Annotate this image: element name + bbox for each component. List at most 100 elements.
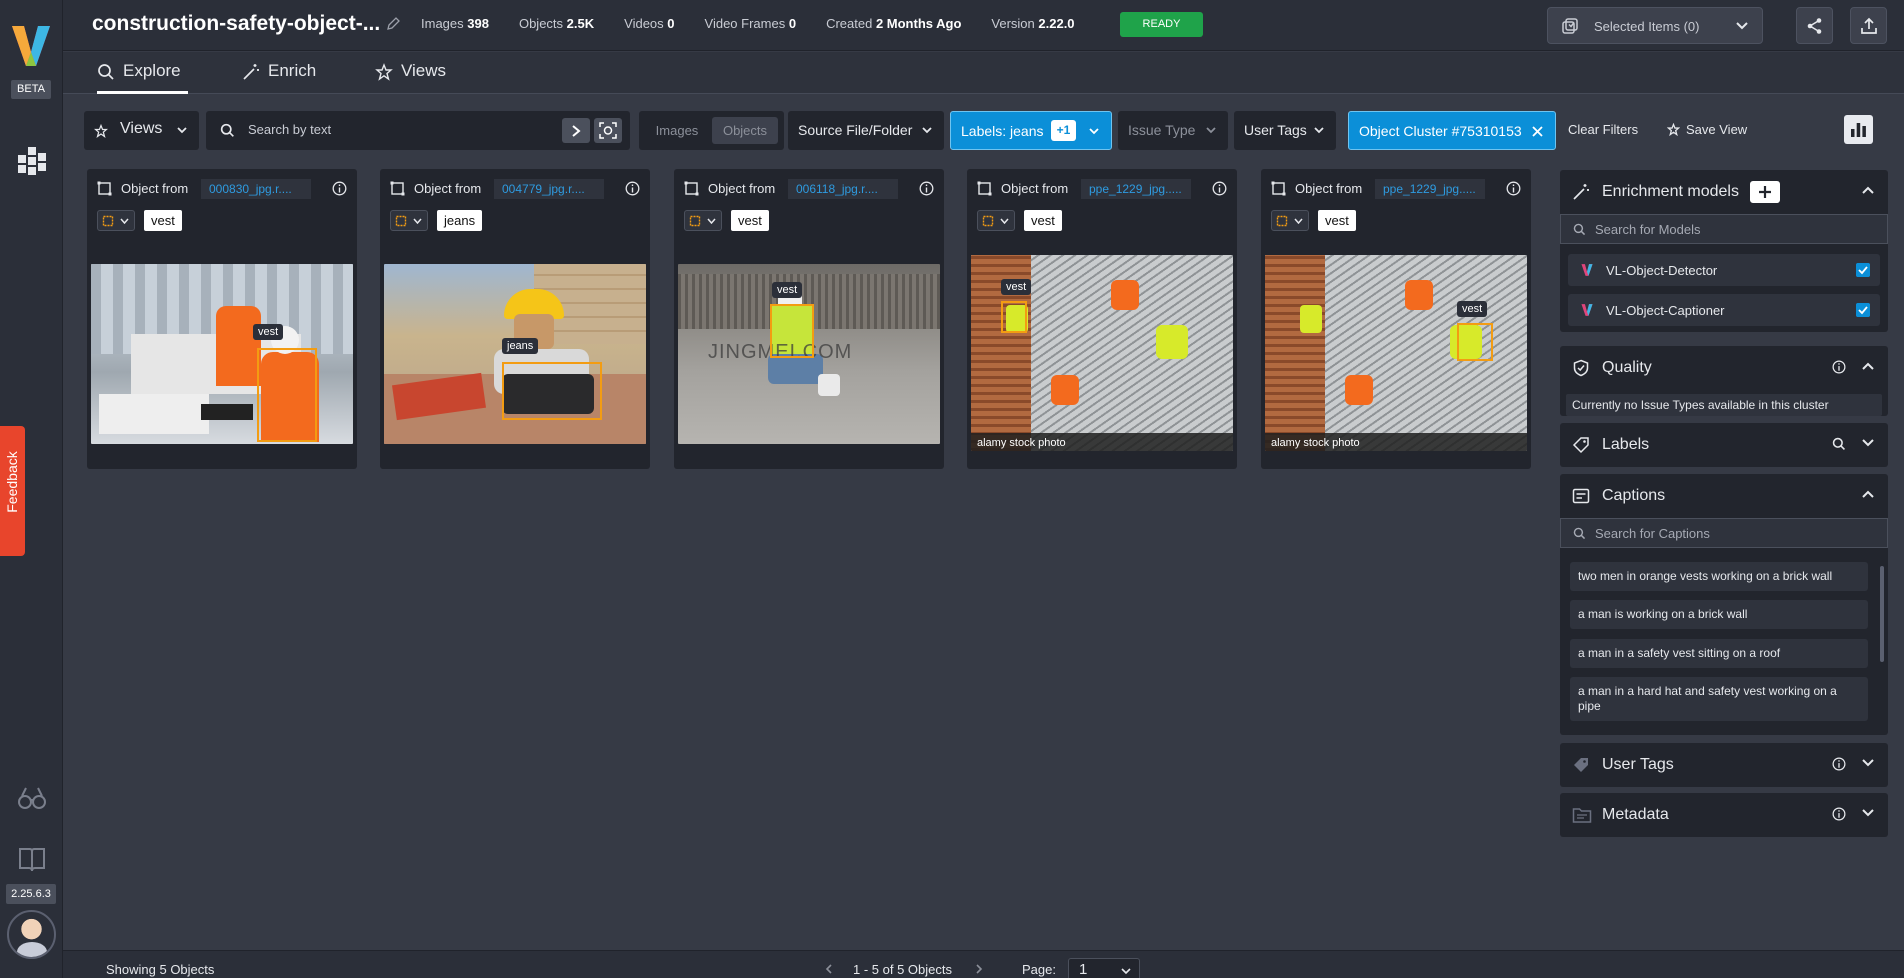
- chevron-right-icon[interactable]: [975, 964, 983, 974]
- bounding-box-icon: [1276, 215, 1288, 227]
- issue-type-filter[interactable]: Issue Type: [1118, 111, 1228, 150]
- chevron-left-icon[interactable]: [825, 964, 833, 974]
- chevron-down-icon: [1736, 22, 1748, 30]
- info-icon[interactable]: [1832, 807, 1846, 821]
- selected-items-label: Selected Items (0): [1594, 19, 1700, 34]
- object-thumbnail[interactable]: jeans: [384, 264, 646, 444]
- chevron-down-icon[interactable]: [1862, 439, 1874, 447]
- annotation-type-dropdown[interactable]: [390, 210, 428, 231]
- object-card[interactable]: Object from 004779_jpg.r.... jeans jeans: [380, 169, 650, 469]
- quality-header[interactable]: Quality: [1560, 346, 1888, 390]
- object-card[interactable]: Object from ppe_1229_jpg..... vest alamy…: [1261, 169, 1531, 469]
- tag-icon: [1574, 758, 1588, 772]
- source-file-link[interactable]: ppe_1229_jpg.....: [1081, 179, 1191, 199]
- selected-items-dropdown[interactable]: Selected Items (0): [1547, 7, 1763, 44]
- model-row-captioner[interactable]: VL-Object-Captioner: [1568, 294, 1880, 326]
- add-model-button[interactable]: [1750, 181, 1780, 203]
- beta-badge: BETA: [11, 80, 51, 99]
- info-icon[interactable]: [1212, 181, 1227, 196]
- app-version: 2.25.6.3: [6, 884, 56, 904]
- views-dropdown[interactable]: Views: [84, 111, 199, 150]
- feedback-tab[interactable]: Feedback: [0, 426, 25, 556]
- captions-header[interactable]: Captions: [1560, 474, 1888, 518]
- source-file-link[interactable]: 000830_jpg.r....: [201, 179, 311, 199]
- info-icon[interactable]: [919, 181, 934, 196]
- toggle-images[interactable]: Images: [645, 117, 709, 144]
- object-card[interactable]: Object from 006118_jpg.r.... vest JINGME…: [674, 169, 944, 469]
- annotation-type-dropdown[interactable]: [684, 210, 722, 231]
- info-icon[interactable]: [625, 181, 640, 196]
- visual-layer-logo[interactable]: [10, 22, 52, 70]
- magic-wand-icon: [1573, 184, 1589, 200]
- model-row-detector[interactable]: VL-Object-Detector: [1568, 254, 1880, 286]
- binoculars-icon[interactable]: [16, 782, 48, 814]
- docs-book-icon[interactable]: [16, 843, 48, 875]
- showing-count: Showing 5 Objects: [106, 962, 215, 977]
- source-file-link[interactable]: ppe_1229_jpg.....: [1375, 179, 1485, 199]
- object-card[interactable]: Object from ppe_1229_jpg..... vest alamy…: [967, 169, 1237, 469]
- object-card[interactable]: Object from 000830_jpg.r.... vest vest: [87, 169, 357, 469]
- object-thumbnail[interactable]: alamy stock photo vest: [971, 255, 1233, 451]
- tab-explore[interactable]: Explore: [97, 61, 188, 94]
- share-button[interactable]: [1796, 7, 1833, 44]
- user-tags-filter[interactable]: User Tags: [1234, 111, 1336, 150]
- label-tag: jeans: [437, 210, 483, 231]
- chevron-down-icon[interactable]: [1862, 809, 1874, 817]
- caption-item[interactable]: a man in a hard hat and safety vest work…: [1570, 677, 1868, 721]
- source-file-link[interactable]: 006118_jpg.r....: [788, 179, 898, 199]
- edit-pencil-icon[interactable]: [385, 16, 401, 32]
- tab-views[interactable]: Views: [375, 61, 455, 94]
- chevron-down-icon[interactable]: [1862, 759, 1874, 767]
- search-submit-button[interactable]: [562, 118, 590, 143]
- user-avatar[interactable]: [7, 910, 56, 959]
- captions-scrollbar[interactable]: [1880, 566, 1884, 662]
- tab-enrich[interactable]: Enrich: [242, 61, 322, 94]
- object-thumbnail[interactable]: alamy stock photo vest: [1265, 255, 1527, 451]
- info-icon[interactable]: [1506, 181, 1521, 196]
- object-thumbnail[interactable]: vest: [91, 264, 353, 444]
- magic-wand-icon: [243, 64, 259, 80]
- chevron-up-icon[interactable]: [1862, 186, 1874, 194]
- labels-header[interactable]: Labels: [1560, 423, 1888, 467]
- source-file-link[interactable]: 004779_jpg.r....: [494, 179, 604, 199]
- caption-item[interactable]: a man is working on a brick wall: [1570, 600, 1868, 629]
- enrichment-header[interactable]: Enrichment models: [1560, 170, 1888, 214]
- clear-filters-button[interactable]: Clear Filters: [1568, 122, 1638, 137]
- object-from-label: Object from: [708, 181, 776, 196]
- enrichment-title: Enrichment models: [1602, 183, 1739, 200]
- search-icon[interactable]: [1832, 437, 1846, 451]
- annotation-type-dropdown[interactable]: [977, 210, 1015, 231]
- image-search-button[interactable]: [594, 118, 622, 143]
- labels-filter[interactable]: Labels: jeans: [950, 111, 1112, 150]
- caption-item[interactable]: two men in orange vests working on a bri…: [1570, 562, 1868, 591]
- info-icon[interactable]: [1832, 360, 1846, 374]
- annotation-type-dropdown[interactable]: [97, 210, 135, 231]
- save-view-button[interactable]: Save View: [1667, 122, 1747, 137]
- chevron-up-icon[interactable]: [1862, 362, 1874, 370]
- chevron-down-icon: [120, 218, 129, 224]
- close-icon[interactable]: [1532, 126, 1543, 137]
- annotation-type-dropdown[interactable]: [1271, 210, 1309, 231]
- model-search-input[interactable]: [1595, 222, 1865, 237]
- search-input[interactable]: [248, 122, 548, 137]
- datasets-icon[interactable]: [16, 145, 48, 177]
- object-thumbnail[interactable]: JINGMEI.COM vest: [678, 264, 940, 444]
- user-tags-header[interactable]: User Tags: [1560, 743, 1888, 787]
- page-select[interactable]: 1: [1068, 958, 1140, 978]
- info-icon[interactable]: [1832, 757, 1846, 771]
- metadata-header[interactable]: Metadata: [1560, 793, 1888, 837]
- export-button[interactable]: [1850, 7, 1887, 44]
- chevron-down-icon: [922, 127, 932, 134]
- object-cluster-filter[interactable]: Object Cluster #75310153: [1348, 111, 1556, 150]
- info-icon[interactable]: [332, 181, 347, 196]
- checkbox-checked-icon[interactable]: [1856, 263, 1870, 277]
- toggle-objects[interactable]: Objects: [712, 117, 778, 144]
- checkbox-checked-icon[interactable]: [1856, 303, 1870, 317]
- source-folder-filter[interactable]: Source File/Folder: [788, 111, 944, 150]
- quality-panel: Quality Currently no Issue Types availab…: [1560, 346, 1888, 416]
- upload-icon: [1861, 17, 1877, 34]
- caption-search-input[interactable]: [1595, 526, 1865, 541]
- chevron-up-icon[interactable]: [1862, 490, 1874, 498]
- stats-chart-button[interactable]: [1844, 115, 1873, 144]
- caption-item[interactable]: a man in a safety vest sitting on a roof: [1570, 639, 1868, 668]
